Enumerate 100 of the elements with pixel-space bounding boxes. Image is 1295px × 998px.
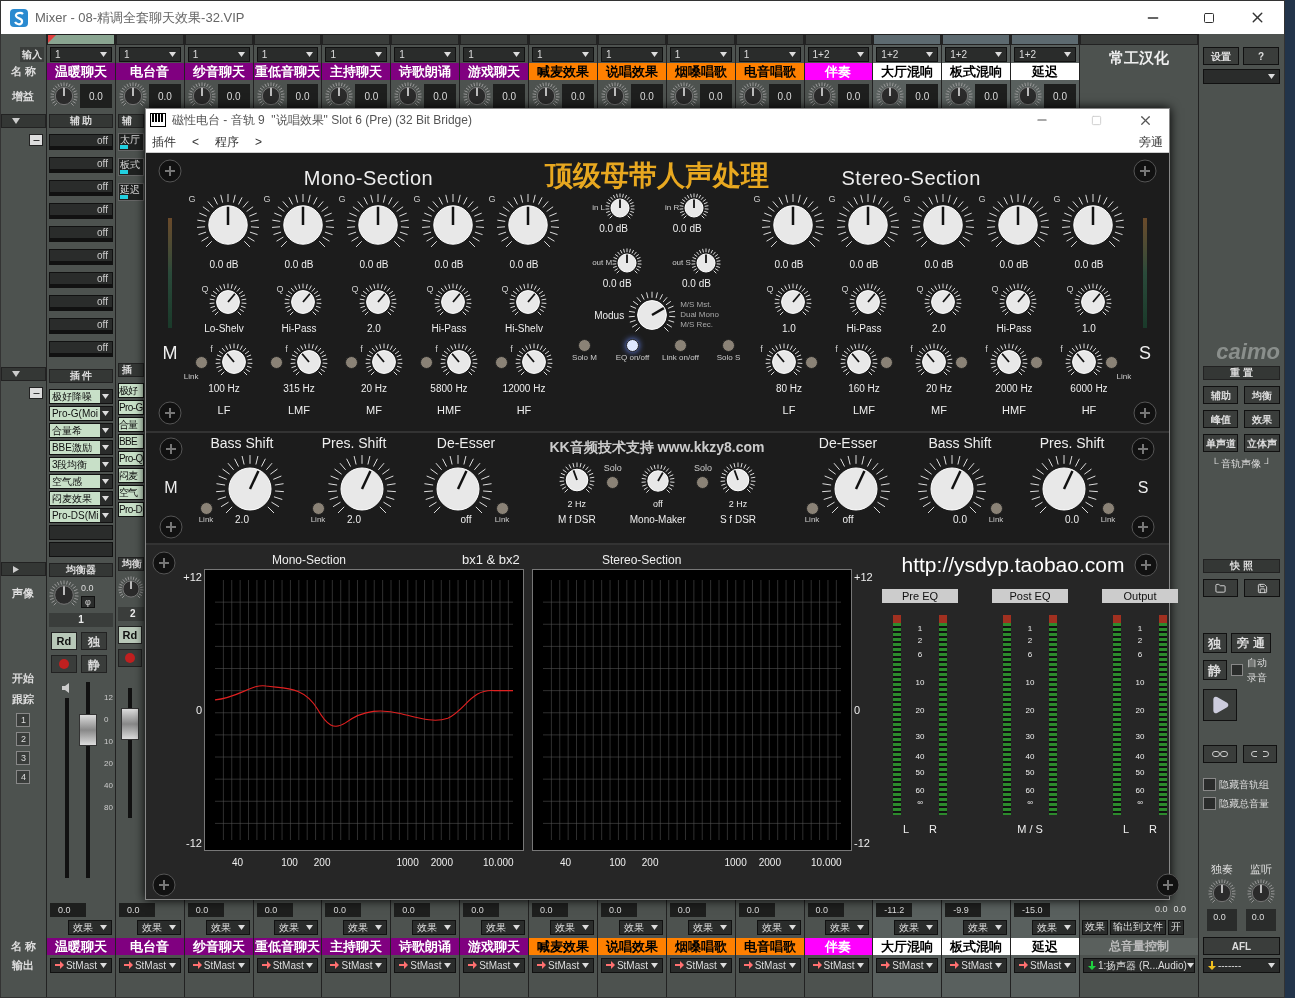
dropdown[interactable]: 效果 xyxy=(1031,919,1076,935)
channel-name[interactable]: 重低音聊天 xyxy=(253,63,322,80)
channel-name[interactable]: 温暖聊天 xyxy=(46,63,115,80)
channel-name[interactable]: 游戏聊天 xyxy=(460,938,529,955)
insert-slot[interactable]: 3段均衡 xyxy=(48,457,113,472)
dropdown[interactable]: StMast xyxy=(945,957,1008,973)
dropdown[interactable]: 1 xyxy=(325,46,388,62)
channel-name[interactable]: 主持聊天 xyxy=(322,63,391,80)
checkbox[interactable] xyxy=(1202,778,1216,791)
send-button[interactable]: off xyxy=(48,318,113,334)
afl-button[interactable]: AFL xyxy=(1202,937,1280,955)
reset-button[interactable]: 辅助 xyxy=(1202,386,1239,404)
checkbox[interactable] xyxy=(1202,797,1216,810)
round-toggle-button[interactable] xyxy=(270,355,284,369)
dropdown[interactable]: 1 xyxy=(532,46,594,62)
round-toggle-button[interactable] xyxy=(311,502,325,515)
dropdown[interactable]: 1 xyxy=(187,46,250,62)
round-toggle-button[interactable] xyxy=(199,502,213,515)
mute-button[interactable]: 静 xyxy=(80,655,107,673)
plugin-menu-item[interactable]: 插件 xyxy=(152,132,176,151)
dropdown[interactable]: StMast xyxy=(394,957,457,973)
reset-button[interactable]: 均衡 xyxy=(1244,386,1280,404)
dropdown[interactable]: StMast xyxy=(807,957,870,973)
round-toggle-button[interactable] xyxy=(722,339,735,352)
dropdown[interactable]: StMast xyxy=(49,957,112,973)
insert-slot[interactable]: Pro-Q xyxy=(117,451,144,466)
insert-slot[interactable]: 合量希 xyxy=(48,423,113,438)
round-toggle-button[interactable] xyxy=(954,355,968,369)
dropdown[interactable]: 1+2 xyxy=(807,46,870,62)
dropdown[interactable]: 1:扬声器 (R...Audio) xyxy=(1082,957,1195,973)
insert-slot[interactable]: 极好降噪 xyxy=(48,389,113,404)
reset-button[interactable]: 效果 xyxy=(1244,410,1280,428)
send-button[interactable]: off xyxy=(48,203,113,219)
channel-name[interactable]: 烟嗓唱歌 xyxy=(666,63,735,80)
round-toggle-button[interactable] xyxy=(804,355,818,369)
solo-button[interactable]: 独 xyxy=(1202,633,1227,653)
channel-name[interactable]: 大厅混响 xyxy=(873,63,942,80)
dropdown[interactable]: 1+2 xyxy=(1014,46,1076,62)
mute-button[interactable]: 静 xyxy=(1202,660,1227,680)
bypass-button[interactable]: 旁 通 xyxy=(1230,633,1271,653)
record-button[interactable] xyxy=(50,655,77,673)
track-button[interactable]: 3 xyxy=(16,751,31,765)
dropdown[interactable]: 效果 xyxy=(343,919,388,935)
channel-name[interactable]: 延迟 xyxy=(1011,63,1079,80)
channel-name[interactable]: 大厅混响 xyxy=(873,938,942,955)
channel-name[interactable]: 说唱效果 xyxy=(597,938,666,955)
channel-name[interactable]: 纱音聊天 xyxy=(184,938,253,955)
round-toggle-button[interactable] xyxy=(495,355,509,369)
round-toggle-button[interactable] xyxy=(495,502,509,515)
collapse-button[interactable] xyxy=(29,134,43,146)
dropdown[interactable]: StMast xyxy=(669,957,732,973)
dropdown[interactable]: 效果 xyxy=(481,919,526,935)
dropdown[interactable]: 效果 xyxy=(274,919,319,935)
track-button[interactable]: 2 xyxy=(16,732,31,746)
save-button[interactable] xyxy=(1244,579,1280,597)
insert-slot[interactable]: Pro-G xyxy=(117,400,144,415)
round-toggle-button[interactable] xyxy=(420,355,434,369)
channel-name[interactable]: 主持聊天 xyxy=(322,938,391,955)
send-button[interactable]: off xyxy=(48,295,113,311)
record-ready-button[interactable]: Rd xyxy=(50,632,77,650)
fader-handle[interactable] xyxy=(120,708,139,740)
insert-slot[interactable]: Pro-D xyxy=(117,502,144,517)
channel-name[interactable]: 重低音聊天 xyxy=(253,938,322,955)
plugin-menu-item[interactable]: < xyxy=(192,132,199,151)
channel-name[interactable]: 电音唱歌 xyxy=(735,63,804,80)
reset-button[interactable]: 峰值 xyxy=(1202,410,1239,428)
dropdown[interactable]: 效果 xyxy=(963,919,1008,935)
round-toggle-button[interactable] xyxy=(1104,355,1118,369)
help-button[interactable]: ? xyxy=(1242,47,1279,65)
dropdown[interactable]: 效果 xyxy=(205,919,250,935)
send-button[interactable]: off xyxy=(48,249,113,265)
channel-name[interactable]: 诗歌朗诵 xyxy=(391,63,460,80)
dropdown[interactable]: 效果 xyxy=(756,919,801,935)
insert-slot[interactable]: Pro-DS(Mi xyxy=(48,508,113,523)
track-button[interactable]: 1 xyxy=(16,713,31,727)
round-toggle-button[interactable] xyxy=(989,502,1003,515)
send-slot[interactable]: 板式 xyxy=(117,158,144,176)
dropdown[interactable]: 1+2 xyxy=(945,46,1008,62)
dropdown[interactable]: 效果 xyxy=(618,919,663,935)
phase-button[interactable]: φ xyxy=(80,595,95,608)
channel-name[interactable]: 喊麦效果 xyxy=(529,938,597,955)
unlink-button[interactable] xyxy=(1242,745,1277,763)
dropdown[interactable]: StMast xyxy=(463,957,526,973)
dropdown[interactable]: 效果 xyxy=(412,919,457,935)
open-button[interactable] xyxy=(1202,579,1239,597)
dropdown[interactable]: 效果 xyxy=(67,919,112,935)
checkbox[interactable] xyxy=(1230,664,1243,676)
round-toggle-button[interactable] xyxy=(805,502,819,515)
dropdown[interactable]: 1 xyxy=(738,46,801,62)
dropdown[interactable]: ------- xyxy=(1202,958,1280,973)
channel-name[interactable]: 电台音 xyxy=(115,938,184,955)
dropdown[interactable]: 效果 xyxy=(687,919,732,935)
bypass-button[interactable]: 旁通 xyxy=(1139,132,1163,151)
on-button[interactable]: 开 xyxy=(1167,919,1184,935)
channel-name[interactable]: 烟嗓唱歌 xyxy=(666,938,735,955)
channel-name[interactable]: 温暖聊天 xyxy=(46,938,115,955)
dropdown[interactable]: StMast xyxy=(187,957,250,973)
channel-name[interactable]: 板式混响 xyxy=(942,938,1011,955)
dropdown[interactable]: 1 xyxy=(256,46,319,62)
track-button[interactable]: 4 xyxy=(16,770,31,784)
